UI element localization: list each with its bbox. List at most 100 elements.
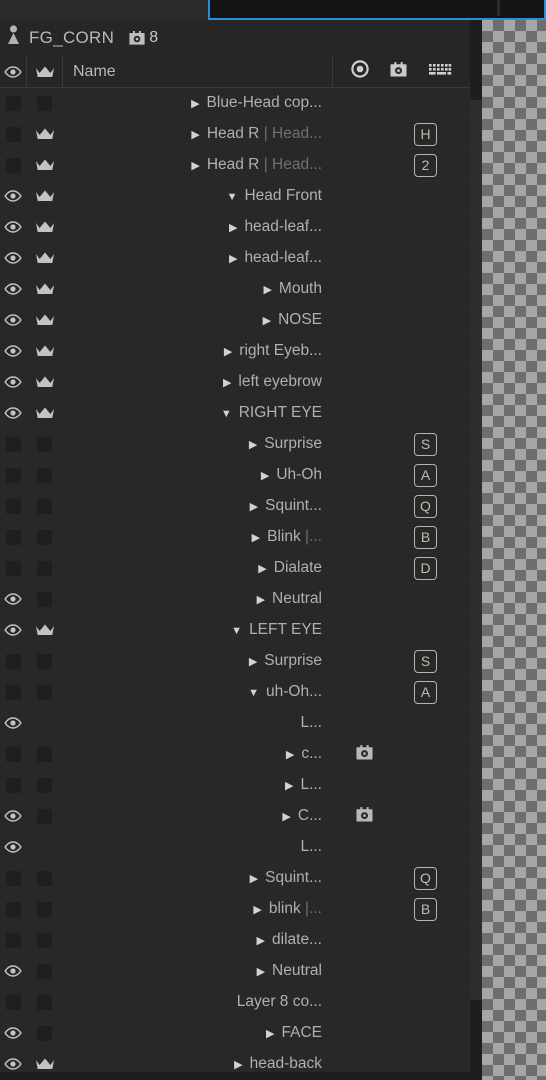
camera-icon[interactable] bbox=[355, 805, 374, 828]
layer-trigger-toggle[interactable] bbox=[26, 181, 62, 211]
layer-visibility-toggle[interactable] bbox=[0, 925, 26, 955]
layer-name-cell[interactable]: ▶ Mouth bbox=[62, 274, 332, 304]
layer-name-cell[interactable]: ▶ Surprise bbox=[62, 646, 332, 676]
trigger-shortcut-badge[interactable]: B bbox=[414, 525, 437, 549]
layer-visibility-toggle[interactable] bbox=[0, 119, 26, 149]
layer-name-cell[interactable]: ▶ head-leaf... bbox=[62, 243, 332, 273]
layer-row[interactable]: ▶ Squint... Q bbox=[0, 863, 470, 894]
layer-name-cell[interactable]: ▶ L... bbox=[62, 770, 332, 800]
layer-trigger-toggle[interactable] bbox=[26, 770, 62, 800]
disclosure-triangle-open[interactable]: ▼ bbox=[248, 688, 259, 699]
layer-trigger-toggle[interactable] bbox=[26, 677, 62, 707]
layer-visibility-toggle[interactable] bbox=[0, 987, 26, 1017]
layer-trigger-toggle[interactable] bbox=[26, 119, 62, 149]
layer-extra-cell[interactable] bbox=[332, 274, 470, 304]
disclosure-triangle-closed[interactable]: ▶ bbox=[223, 378, 231, 389]
layer-name-cell[interactable]: ▶ FACE bbox=[62, 1018, 332, 1048]
layer-name-cell[interactable]: ▶ Squint... bbox=[62, 863, 332, 893]
layer-visibility-toggle[interactable] bbox=[0, 553, 26, 583]
layer-trigger-toggle[interactable] bbox=[26, 243, 62, 273]
layer-visibility-toggle[interactable] bbox=[0, 367, 26, 397]
layer-visibility-toggle[interactable] bbox=[0, 150, 26, 180]
trigger-shortcut-badge[interactable]: B bbox=[414, 897, 437, 921]
layer-trigger-toggle[interactable] bbox=[26, 987, 62, 1017]
layer-name-cell[interactable]: ▼ uh-Oh... bbox=[62, 677, 332, 707]
layer-name-cell[interactable]: ▶ NOSE bbox=[62, 305, 332, 335]
layer-visibility-toggle[interactable] bbox=[0, 894, 26, 924]
layer-row[interactable]: ▶ Neutral bbox=[0, 584, 470, 615]
disclosure-triangle-closed[interactable]: ▶ bbox=[249, 440, 257, 451]
layer-visibility-toggle[interactable] bbox=[0, 336, 26, 366]
layer-row[interactable]: ▶ Surprise S bbox=[0, 429, 470, 460]
layer-row[interactable]: ▶ Squint... Q bbox=[0, 491, 470, 522]
layer-visibility-toggle[interactable] bbox=[0, 88, 26, 118]
layer-row[interactable]: ▼ uh-Oh... A bbox=[0, 677, 470, 708]
layer-visibility-toggle[interactable] bbox=[0, 646, 26, 676]
layer-name-cell[interactable]: ▶ head-leaf... bbox=[62, 212, 332, 242]
disclosure-triangle-closed[interactable]: ▶ bbox=[191, 130, 199, 141]
trigger-shortcut-badge[interactable]: Q bbox=[414, 494, 437, 518]
layer-row[interactable]: ▶ head-leaf... bbox=[0, 243, 470, 274]
camera-icon[interactable] bbox=[389, 60, 408, 83]
layer-trigger-toggle[interactable] bbox=[26, 429, 62, 459]
layer-extra-cell[interactable]: A bbox=[332, 460, 470, 490]
layer-row[interactable]: ▶ Uh-Oh A bbox=[0, 460, 470, 491]
layer-extra-cell[interactable] bbox=[332, 243, 470, 273]
layer-extra-cell[interactable] bbox=[332, 832, 470, 862]
layer-row[interactable]: ▶ Head R | Head... 2 bbox=[0, 150, 470, 181]
layer-extra-cell[interactable]: B bbox=[332, 894, 470, 924]
layer-name-cell[interactable]: ▶ Head R | Head... bbox=[62, 119, 332, 149]
layer-visibility-toggle[interactable] bbox=[0, 801, 26, 831]
layer-row[interactable]: ▶ L... bbox=[0, 770, 470, 801]
layer-row[interactable]: ▶ Head R | Head... H bbox=[0, 119, 470, 150]
layer-visibility-toggle[interactable] bbox=[0, 863, 26, 893]
layer-name-cell[interactable]: ▶ Head R | Head... bbox=[62, 150, 332, 180]
layer-trigger-toggle[interactable] bbox=[26, 863, 62, 893]
layer-extra-cell[interactable]: S bbox=[332, 429, 470, 459]
layer-trigger-toggle[interactable] bbox=[26, 646, 62, 676]
layer-extra-cell[interactable]: Q bbox=[332, 491, 470, 521]
layer-row[interactable]: ▼ Head Front bbox=[0, 181, 470, 212]
layer-row[interactable]: ▶ right Eyeb... bbox=[0, 336, 470, 367]
layer-extra-cell[interactable]: A bbox=[332, 677, 470, 707]
layer-trigger-toggle[interactable] bbox=[26, 956, 62, 986]
layer-row[interactable]: ▶ NOSE bbox=[0, 305, 470, 336]
column-header-trigger[interactable] bbox=[26, 55, 62, 88]
layer-trigger-toggle[interactable] bbox=[26, 460, 62, 490]
layer-visibility-toggle[interactable] bbox=[0, 677, 26, 707]
layer-trigger-toggle[interactable] bbox=[26, 150, 62, 180]
layer-name-cell[interactable]: Layer 8 co... bbox=[62, 987, 332, 1017]
layer-extra-cell[interactable]: S bbox=[332, 646, 470, 676]
trigger-shortcut-badge[interactable]: A bbox=[414, 463, 437, 487]
layer-row[interactable]: L... bbox=[0, 832, 470, 863]
disclosure-triangle-closed[interactable]: ▶ bbox=[191, 161, 199, 172]
trigger-shortcut-badge[interactable]: S bbox=[414, 432, 437, 456]
layer-trigger-toggle[interactable] bbox=[26, 615, 62, 645]
layer-trigger-toggle[interactable] bbox=[26, 336, 62, 366]
layer-visibility-toggle[interactable] bbox=[0, 832, 26, 862]
layer-visibility-toggle[interactable] bbox=[0, 615, 26, 645]
disclosure-triangle-closed[interactable]: ▶ bbox=[191, 99, 199, 110]
layer-extra-cell[interactable] bbox=[332, 615, 470, 645]
layer-name-cell[interactable]: L... bbox=[62, 832, 332, 862]
layer-extra-cell[interactable]: 2 bbox=[332, 150, 470, 180]
disclosure-triangle-open[interactable]: ▼ bbox=[221, 409, 232, 420]
layer-name-cell[interactable]: ▶ blink |... bbox=[62, 894, 332, 924]
layer-name-cell[interactable]: ▶ Blue-Head cop... bbox=[62, 88, 332, 118]
layer-name-cell[interactable]: ▶ Blink |... bbox=[62, 522, 332, 552]
layer-visibility-toggle[interactable] bbox=[0, 956, 26, 986]
layer-trigger-toggle[interactable] bbox=[26, 553, 62, 583]
disclosure-triangle-closed[interactable]: ▶ bbox=[257, 936, 265, 947]
trigger-shortcut-badge[interactable]: S bbox=[414, 649, 437, 673]
layer-trigger-toggle[interactable] bbox=[26, 1018, 62, 1048]
trigger-shortcut-badge[interactable]: 2 bbox=[414, 153, 437, 177]
layer-extra-cell[interactable] bbox=[332, 336, 470, 366]
layer-trigger-toggle[interactable] bbox=[26, 832, 62, 862]
column-header-visibility[interactable] bbox=[0, 55, 26, 88]
layer-row[interactable]: L... bbox=[0, 708, 470, 739]
layer-extra-cell[interactable] bbox=[332, 305, 470, 335]
layer-trigger-toggle[interactable] bbox=[26, 491, 62, 521]
layer-name-cell[interactable]: ▶ c... bbox=[62, 739, 332, 769]
layer-visibility-toggle[interactable] bbox=[0, 522, 26, 552]
disclosure-triangle-closed[interactable]: ▶ bbox=[249, 657, 257, 668]
